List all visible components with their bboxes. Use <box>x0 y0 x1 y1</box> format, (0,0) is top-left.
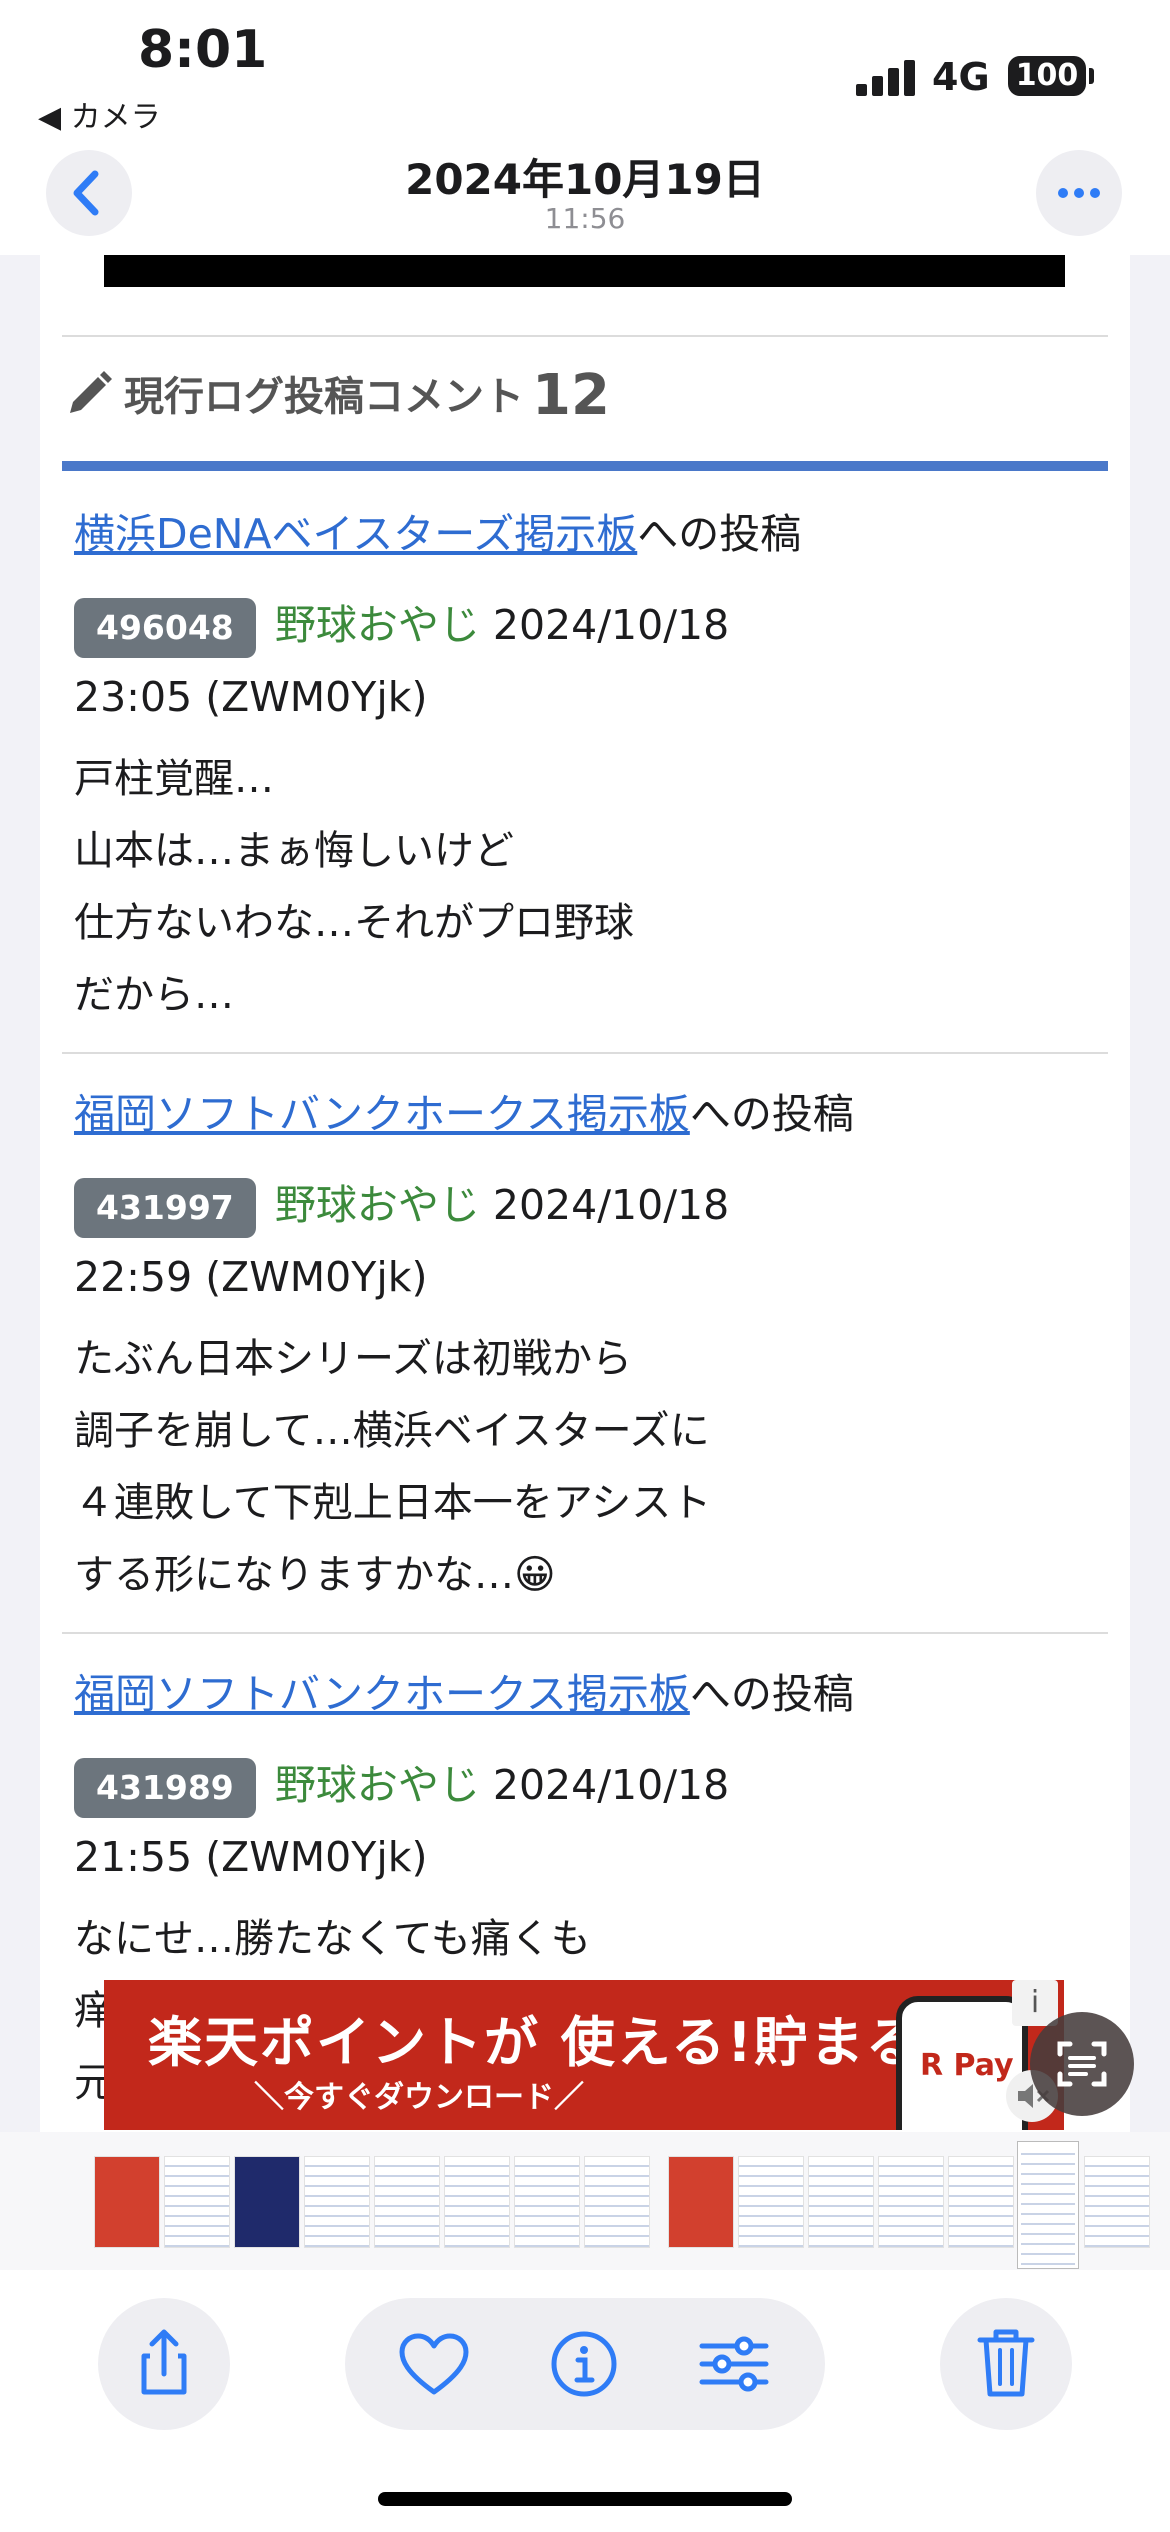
web-page: 現行ログ投稿コメント 12 横浜DeNAベイスターズ掲示板への投稿 496048 … <box>40 255 1130 2135</box>
share-icon <box>141 2329 187 2395</box>
post-body: たぶん日本シリーズは初戦から 調子を崩して…横浜ベイスターズに ４連敗して下剋上… <box>74 1323 1104 1611</box>
board-link[interactable]: 福岡ソフトバンクホークス掲示板 <box>74 1670 690 1718</box>
pencil-icon <box>64 369 114 429</box>
post-item: 福岡ソフトバンクホークス掲示板への投稿 431997 野球おやじ 2024/10… <box>74 1085 1104 1611</box>
ad-headline: 楽天ポイントが 使える!貯まる! <box>148 2011 949 2074</box>
post-line: 仕方ないわな…それがプロ野球 <box>74 900 634 946</box>
status-time: 8:01 <box>138 20 268 80</box>
divider <box>62 335 1108 337</box>
thumbnail[interactable] <box>668 2156 734 2248</box>
post-line: なにせ…勝たなくても痛くも <box>74 1916 591 1962</box>
board-suffix: への投稿 <box>637 510 802 558</box>
post-line: 調子を崩して…横浜ベイスターズに <box>74 1408 710 1454</box>
post-user: 野球おやじ <box>274 1761 480 1809</box>
post-id-badge[interactable]: 431989 <box>74 1758 256 1818</box>
post-time-id: 22:59 (ZWM0Yjk) <box>74 1253 428 1301</box>
adjust-icon <box>699 2336 769 2392</box>
thumbnail[interactable] <box>878 2156 944 2248</box>
battery-tip <box>1089 68 1094 84</box>
post-date: 2024/10/18 <box>492 1181 730 1229</box>
thumbnail[interactable] <box>164 2156 230 2248</box>
thumbnail-selected[interactable] <box>1018 2142 1078 2268</box>
share-button[interactable] <box>98 2298 230 2430</box>
trash-icon <box>977 2329 1035 2397</box>
section-count: 12 <box>532 363 610 428</box>
thumbnail[interactable] <box>304 2156 370 2248</box>
post-time-id: 21:55 (ZWM0Yjk) <box>74 1833 428 1881</box>
ad-subtext: ＼今すぐダウンロード／ <box>254 2080 584 2115</box>
photo-time: 11:56 <box>544 202 626 235</box>
post-time-id: 23:05 (ZWM0Yjk) <box>74 673 428 721</box>
thumbnail[interactable] <box>1084 2156 1150 2248</box>
section-rule <box>62 461 1108 471</box>
divider <box>62 1052 1108 1054</box>
board-suffix: への投稿 <box>689 1670 854 1718</box>
heart-icon <box>399 2333 469 2395</box>
more-icon <box>1058 188 1100 198</box>
post-line: ４連敗して下剋上日本一をアシスト <box>74 1480 712 1526</box>
post-line: だから… <box>74 972 234 1018</box>
thumbnail[interactable] <box>514 2156 580 2248</box>
thumbnail[interactable] <box>94 2156 160 2248</box>
thumbnail[interactable] <box>374 2156 440 2248</box>
redacted-bar <box>104 255 1065 287</box>
favorite-button[interactable] <box>386 2316 482 2416</box>
post-line: する形になりますかな…😀 <box>74 1552 556 1598</box>
post-user: 野球おやじ <box>274 1181 480 1229</box>
cellular-signal-icon <box>856 58 916 96</box>
info-icon <box>551 2331 617 2397</box>
thumbnail[interactable] <box>738 2156 804 2248</box>
post-date: 2024/10/18 <box>492 1761 730 1809</box>
post-body: 戸柱覚醒… 山本は…まぁ悔しいけど 仕方ないわな…それがプロ野球 だから… <box>74 743 1104 1031</box>
network-type: 4G <box>932 55 990 99</box>
delete-button[interactable] <box>940 2298 1072 2430</box>
post-id-badge[interactable]: 496048 <box>74 598 256 658</box>
thumbnail[interactable] <box>584 2156 650 2248</box>
edit-adjust-button[interactable] <box>686 2316 782 2416</box>
thumbnail[interactable] <box>808 2156 874 2248</box>
post-meta: 431997 野球おやじ 2024/10/18 22:59 (ZWM0Yjk) <box>74 1169 1104 1313</box>
post-user: 野球おやじ <box>274 601 480 649</box>
ad-banner[interactable]: 楽天ポイントが 使える!貯まる! ＼今すぐダウンロード／ R Pay <box>104 1980 1064 2130</box>
section-title-text: 現行ログ投稿コメント <box>124 374 524 420</box>
thumbnail-strip[interactable] <box>0 2132 1170 2270</box>
post-line: 山本は…まぁ悔しいけど <box>74 828 514 874</box>
more-button[interactable] <box>1036 150 1122 236</box>
post-board-line: 福岡ソフトバンクホークス掲示板への投稿 <box>74 1085 1104 1143</box>
board-suffix: への投稿 <box>689 1090 854 1138</box>
thumbnail[interactable] <box>948 2156 1014 2248</box>
thumbnail[interactable] <box>234 2156 300 2248</box>
live-text-icon <box>1057 2041 1107 2087</box>
board-link[interactable]: 福岡ソフトバンクホークス掲示板 <box>74 1090 690 1138</box>
photo-date: 2024年10月19日 <box>405 155 765 204</box>
post-item: 横浜DeNAベイスターズ掲示板への投稿 496048 野球おやじ 2024/10… <box>74 505 1104 1031</box>
thumbnail[interactable] <box>444 2156 510 2248</box>
post-date: 2024/10/18 <box>492 601 730 649</box>
post-board-line: 福岡ソフトバンクホークス掲示板への投稿 <box>74 1665 1104 1723</box>
battery-icon: 100 <box>1008 56 1086 96</box>
post-line: たぶん日本シリーズは初戦から <box>74 1336 632 1382</box>
board-link[interactable]: 横浜DeNAベイスターズ掲示板 <box>74 510 637 558</box>
post-id-badge[interactable]: 431997 <box>74 1178 256 1238</box>
post-meta: 496048 野球おやじ 2024/10/18 23:05 (ZWM0Yjk) <box>74 589 1104 733</box>
back-to-camera-link[interactable]: ◀ カメラ <box>38 92 161 136</box>
post-line: 戸柱覚醒… <box>74 756 274 802</box>
section-title: 現行ログ投稿コメント 12 <box>64 363 610 429</box>
live-text-button[interactable] <box>1030 2012 1134 2116</box>
post-meta: 431989 野球おやじ 2024/10/18 21:55 (ZWM0Yjk) <box>74 1749 1104 1893</box>
ad-phone-brand: R Pay <box>920 2048 1014 2083</box>
info-button[interactable] <box>536 2316 632 2416</box>
post-board-line: 横浜DeNAベイスターズ掲示板への投稿 <box>74 505 1104 563</box>
divider <box>62 1632 1108 1634</box>
home-indicator <box>378 2492 792 2506</box>
